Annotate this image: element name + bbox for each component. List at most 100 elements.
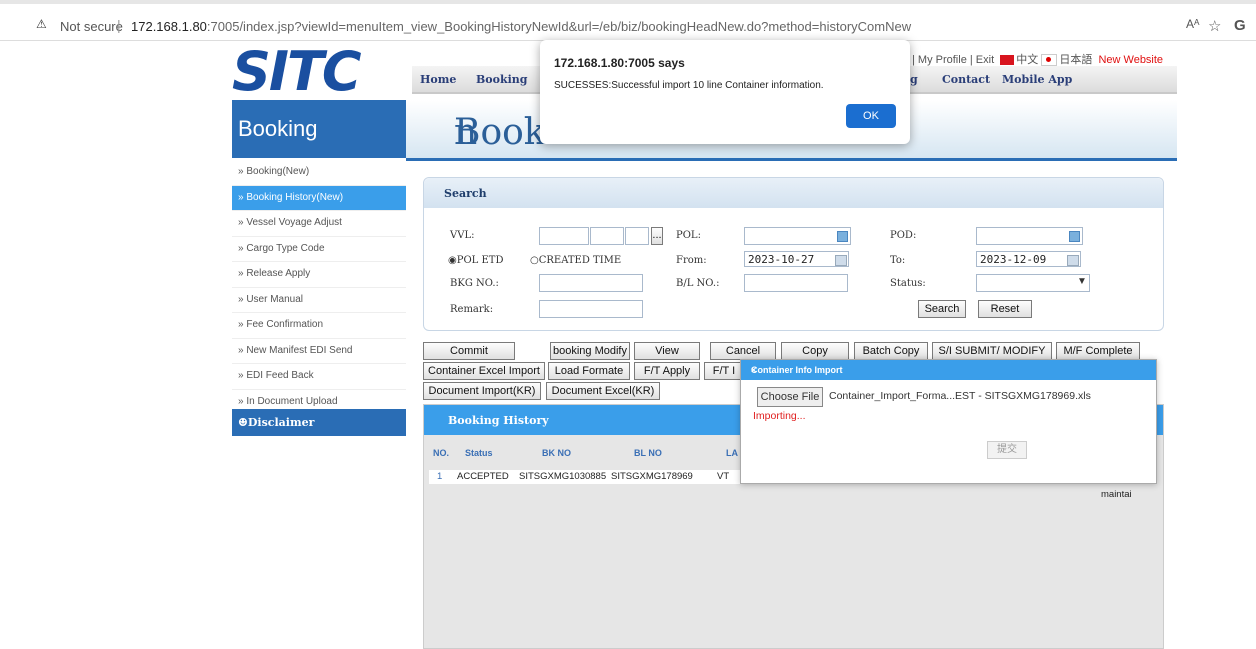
col-la: LA (726, 448, 738, 458)
reset-button[interactable]: Reset (978, 300, 1032, 318)
search-button[interactable]: Search (918, 300, 966, 318)
security-label[interactable]: Not secure (60, 19, 123, 34)
view-button[interactable]: View (634, 342, 700, 360)
nav-home[interactable]: Home (420, 73, 456, 86)
container-excel-import-button[interactable]: Container Excel Import (423, 362, 545, 380)
my-profile-link[interactable]: | My Profile (912, 54, 967, 66)
sidebar-item-edi-feed-back[interactable]: » EDI Feed Back (232, 364, 406, 390)
new-website-link[interactable]: New Website (1098, 54, 1163, 66)
radio-created-time-label: CREATED TIME (538, 255, 622, 266)
nav-contact[interactable]: Contact (942, 73, 990, 86)
col-no: NO. (433, 448, 450, 458)
container-import-header: Container Info Import × (741, 360, 1156, 380)
document-import-kr-button[interactable]: Document Import(KR) (423, 382, 541, 400)
copy-button[interactable]: Copy (781, 342, 849, 360)
document-excel-kr-button[interactable]: Document Excel(KR) (546, 382, 660, 400)
to-date-value: 2023-12-09 (980, 253, 1047, 266)
vvl-leg-input[interactable] (625, 227, 649, 245)
status-select[interactable]: ▼ (976, 274, 1090, 292)
remark-label: Remark: (450, 304, 494, 315)
favorite-star-icon[interactable]: ☆ (1208, 17, 1221, 35)
col-bl-no: BL NO (634, 448, 662, 458)
pod-input[interactable] (976, 227, 1083, 245)
import-status: Importing... (753, 410, 806, 422)
alert-dialog: 172.168.1.80:7005 says SUCESSES:Successf… (540, 40, 910, 144)
pol-label: POL: (676, 230, 701, 241)
to-calendar-icon[interactable] (1067, 255, 1079, 266)
from-date-input[interactable]: 2023-10-27 (744, 251, 849, 267)
sitc-logo[interactable]: SITC (232, 45, 402, 99)
vvl-vessel-input[interactable] (539, 227, 589, 245)
nav-booking[interactable]: Booking (476, 73, 527, 86)
row-bk-no: SITSGXMG1030885 (519, 471, 607, 482)
sidebar: » Booking(New) » Booking History(New) » … (232, 160, 406, 415)
container-import-popup: Container Info Import × Choose File Cont… (740, 359, 1157, 484)
ok-button[interactable]: OK (846, 104, 896, 128)
pol-input[interactable] (744, 227, 851, 245)
chinese-link[interactable]: 中文 (1016, 54, 1038, 66)
disclaimer-bar[interactable]: ☻Disclaimer (232, 409, 406, 436)
cancel-button[interactable]: Cancel (710, 342, 776, 360)
search-header: Search (424, 178, 1163, 208)
nav-mobile-app[interactable]: Mobile App (1002, 73, 1072, 86)
warning-icon[interactable]: ⚠ (36, 17, 47, 31)
japanese-link[interactable]: 日本語 (1059, 54, 1092, 66)
sidebar-item-new-manifest-edi-send[interactable]: » New Manifest EDI Send (232, 339, 406, 364)
status-label: Status: (890, 278, 926, 289)
sidebar-item-booking-new[interactable]: » Booking(New) (232, 160, 406, 186)
to-label: To: (890, 255, 906, 266)
from-label: From: (676, 255, 707, 266)
china-flag-icon (1000, 55, 1015, 66)
to-date-input[interactable]: 2023-12-09 (976, 251, 1081, 267)
sidebar-item-cargo-type-code[interactable]: » Cargo Type Code (232, 237, 406, 262)
row-status: ACCEPTED (457, 471, 509, 482)
pol-picker-icon[interactable] (837, 231, 848, 242)
search-panel: Search VVL: ... POL: POD: ◉POL ETD ○CREA… (423, 177, 1164, 331)
close-icon[interactable]: × (751, 365, 1148, 375)
logo-text: SITC (232, 40, 361, 103)
commit-button[interactable]: Commit (423, 342, 515, 360)
bkg-no-input[interactable] (539, 274, 643, 292)
bl-no-input[interactable] (744, 274, 848, 292)
search-title: Search (444, 187, 487, 200)
address-separator: | (117, 17, 121, 33)
row-no[interactable]: 1 (437, 471, 442, 482)
from-date-value: 2023-10-27 (748, 253, 815, 266)
choose-file-button[interactable]: Choose File (757, 387, 823, 407)
radio-pol-etd[interactable]: ◉POL ETD (448, 255, 503, 266)
exit-link[interactable]: | Exit (970, 54, 994, 66)
si-submit-modify-button[interactable]: S/I SUBMIT/ MODIFY (932, 342, 1052, 360)
sidebar-item-user-manual[interactable]: » User Manual (232, 288, 406, 313)
batch-copy-button[interactable]: Batch Copy (854, 342, 928, 360)
page-title-fragment: n (454, 112, 478, 153)
vvl-voyage-input[interactable] (590, 227, 624, 245)
address-bar[interactable]: ⚠ Not secure | 172.168.1.80:7005/index.j… (0, 4, 1256, 41)
vvl-lookup-button[interactable]: ... (651, 227, 663, 245)
top-links: | My Profile | Exit 中文 日本語 New Website (912, 51, 1163, 67)
url-path: :7005/index.jsp?viewId=menuItem_view_Boo… (206, 19, 912, 34)
vvl-label: VVL: (450, 230, 475, 241)
nav-partial-item[interactable]: g (910, 73, 918, 86)
ft-partial-button[interactable]: F/T I (704, 362, 744, 380)
section-title: Booking (238, 116, 318, 141)
booking-modify-button[interactable]: booking Modify (550, 342, 630, 360)
read-aloud-icon[interactable]: Aᴬ (1186, 17, 1199, 31)
remark-input[interactable] (539, 300, 643, 318)
selected-file-name: Container_Import_Forma...EST - SITSGXMG1… (829, 390, 1091, 402)
radio-created-time[interactable]: ○CREATED TIME (530, 255, 621, 266)
sidebar-item-release-apply[interactable]: » Release Apply (232, 262, 406, 288)
radio-pol-etd-label: POL ETD (456, 255, 504, 266)
ft-apply-button[interactable]: F/T Apply (634, 362, 700, 380)
from-calendar-icon[interactable] (835, 255, 847, 266)
bl-no-label: B/L NO.: (676, 278, 720, 289)
sidebar-item-vessel-voyage-adjust[interactable]: » Vessel Voyage Adjust (232, 211, 406, 237)
mf-complete-button[interactable]: M/F Complete (1056, 342, 1140, 360)
sidebar-item-booking-history-new[interactable]: » Booking History(New) (232, 185, 406, 211)
submit-button[interactable]: 提交 (987, 441, 1027, 459)
sidebar-item-fee-confirmation[interactable]: » Fee Confirmation (232, 313, 406, 339)
url-text[interactable]: 172.168.1.80:7005/index.jsp?viewId=menuI… (131, 19, 911, 34)
row-bl-no: SITSGXMG178969 (611, 471, 693, 482)
refresh-icon[interactable]: G (1234, 17, 1246, 34)
load-formate-button[interactable]: Load Formate (548, 362, 630, 380)
pod-picker-icon[interactable] (1069, 231, 1080, 242)
